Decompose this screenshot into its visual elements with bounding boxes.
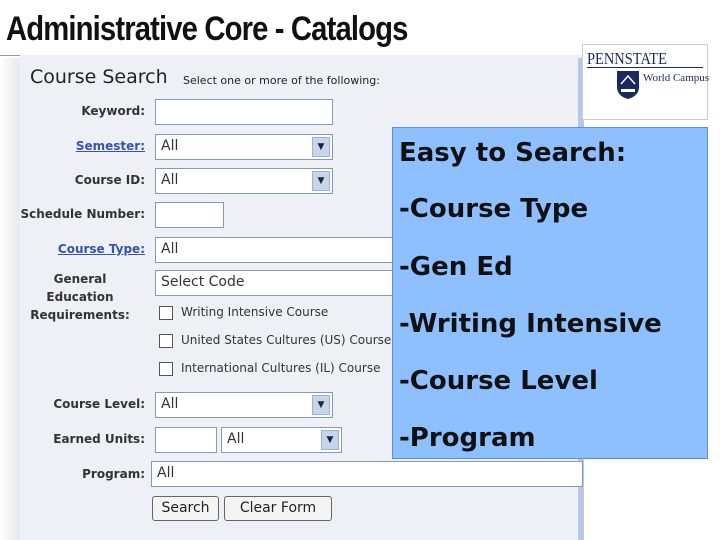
course-type-value: All: [161, 241, 179, 257]
panel-left-shadow: [0, 58, 20, 540]
keyword-label: Keyword:: [81, 104, 145, 118]
callout-heading: Easy to Search:: [399, 138, 627, 168]
us-cultures-label: United States Cultures (US) Course: [181, 333, 392, 347]
semester-link[interactable]: Semester:: [40, 139, 145, 153]
chevron-down-icon[interactable]: ▼: [321, 430, 339, 450]
gen-ed-label: General Education Requirements:: [30, 270, 130, 324]
clear-form-button[interactable]: Clear Form: [224, 496, 332, 521]
course-type-link[interactable]: Course Type:: [40, 242, 145, 256]
gen-ed-label-line: Requirements:: [30, 308, 130, 322]
course-id-select[interactable]: All ▼: [155, 168, 333, 194]
slide-title: Administrative Core - Catalogs: [6, 10, 408, 48]
course-id-value: All: [161, 172, 179, 188]
course-search-instructions: Select one or more of the following:: [183, 74, 380, 87]
keyword-input[interactable]: [155, 99, 333, 125]
chevron-down-icon[interactable]: ▼: [312, 171, 330, 191]
program-select[interactable]: All: [151, 461, 583, 487]
earned-units-select[interactable]: All ▼: [221, 427, 342, 453]
course-level-label: Course Level:: [53, 397, 145, 411]
penn-state-world-campus-logo: PENNSTATE World Campus: [582, 44, 710, 120]
features-callout: Easy to Search: -Course Type -Gen Ed -Wr…: [392, 127, 708, 459]
logo-campus-name: World Campus: [643, 72, 710, 84]
semester-value: All: [161, 138, 179, 154]
callout-item: -Course Type: [399, 194, 589, 224]
schedule-number-input[interactable]: [155, 202, 224, 228]
callout-item: -Course Level: [399, 366, 598, 396]
schedule-number-label: Schedule Number:: [20, 207, 145, 221]
logo-university-name: PENNSTATE: [587, 49, 667, 68]
search-button[interactable]: Search: [152, 496, 219, 521]
earned-units-label: Earned Units:: [53, 432, 145, 446]
course-level-select[interactable]: All ▼: [155, 392, 333, 418]
chevron-down-icon[interactable]: ▼: [312, 137, 330, 157]
callout-item: -Writing Intensive: [399, 309, 662, 339]
logo-divider: [587, 67, 703, 68]
penn-state-shield-icon: [617, 71, 639, 99]
course-search-title: Course Search: [30, 66, 168, 88]
writing-intensive-label: Writing Intensive Course: [181, 305, 329, 319]
callout-item: -Gen Ed: [399, 252, 513, 282]
intl-cultures-checkbox[interactable]: [159, 362, 173, 376]
intl-cultures-label: International Cultures (IL) Course: [181, 361, 381, 375]
writing-intensive-checkbox[interactable]: [159, 306, 173, 320]
earned-units-value: All: [227, 431, 245, 447]
gen-ed-value: Select Code: [161, 274, 245, 290]
callout-item: -Program: [399, 423, 536, 453]
program-value: All: [157, 465, 175, 481]
gen-ed-label-line: General: [53, 272, 107, 286]
chevron-down-icon[interactable]: ▼: [312, 395, 330, 415]
course-type-select[interactable]: All: [155, 237, 395, 263]
course-id-label: Course ID:: [74, 173, 145, 187]
earned-units-input[interactable]: [155, 427, 217, 453]
course-level-value: All: [161, 396, 179, 412]
program-label: Program:: [82, 467, 145, 481]
gen-ed-select[interactable]: Select Code: [155, 270, 395, 296]
semester-select[interactable]: All ▼: [155, 134, 333, 160]
gen-ed-label-line: Education: [46, 290, 114, 304]
us-cultures-checkbox[interactable]: [159, 334, 173, 348]
